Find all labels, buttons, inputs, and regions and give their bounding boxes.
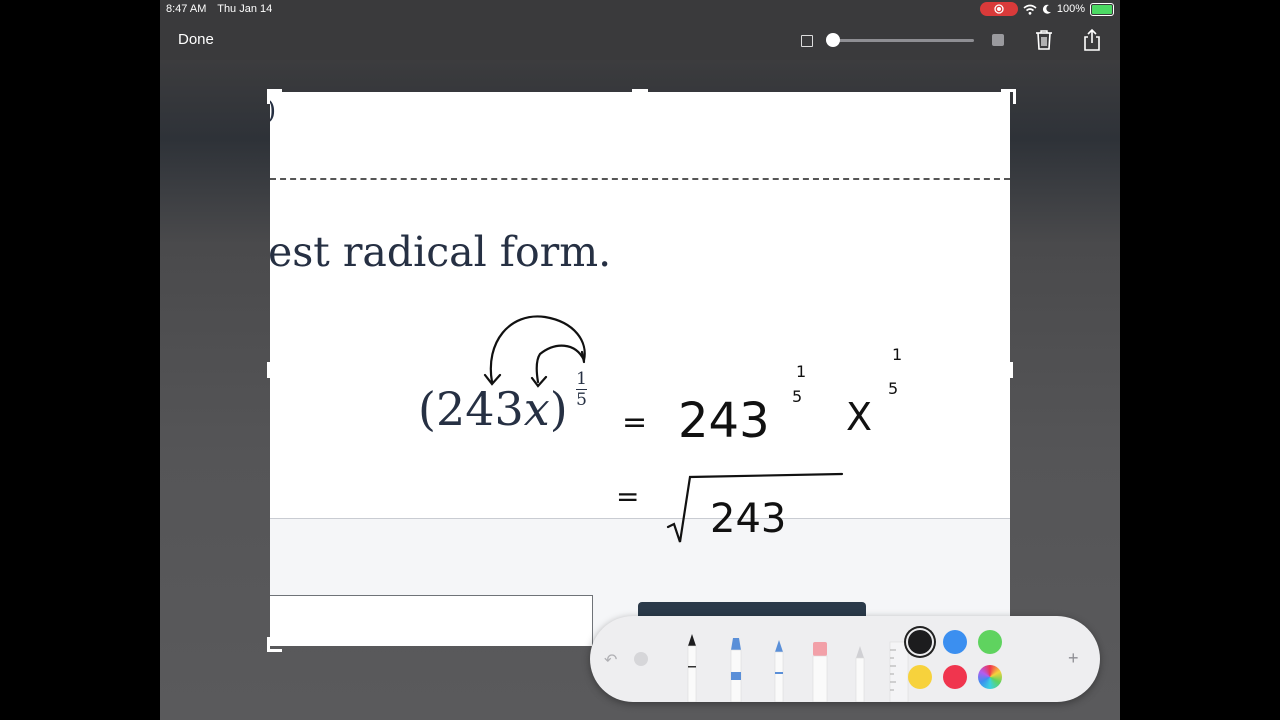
large-size-icon	[992, 34, 1004, 46]
trash-icon[interactable]	[1034, 29, 1054, 51]
crop-handle-left[interactable]	[267, 362, 270, 378]
color-wheel-icon[interactable]	[978, 665, 1002, 689]
markup-tool-palette: ↶ +	[590, 616, 1100, 702]
handwritten-equals-1: =	[622, 405, 647, 440]
screen: 8:47 AM Thu Jan 14 100% Done est radical…	[160, 0, 1120, 720]
crop-handle-top-right[interactable]	[1001, 89, 1016, 104]
marker-tool[interactable]	[726, 638, 746, 702]
color-swatch-black[interactable]	[908, 630, 932, 654]
battery-percent: 100%	[1056, 3, 1085, 15]
eraser-tool[interactable]	[810, 642, 830, 702]
crop-handle-top[interactable]	[632, 89, 648, 92]
crop-handle-top-left[interactable]	[267, 89, 282, 104]
lasso-tool[interactable]	[852, 644, 868, 702]
handwritten-var: X	[846, 395, 872, 439]
moon-icon	[1042, 4, 1051, 14]
undo-icon[interactable]: ↶	[604, 650, 617, 670]
plus-icon[interactable]: +	[1068, 648, 1079, 669]
screenshot-canvas[interactable]: ) est radical form. (243x) 1 5 = 243	[270, 92, 1010, 646]
handwritten-equals-2: =	[616, 480, 639, 513]
handwritten-radicand: 243	[710, 496, 786, 542]
done-button[interactable]: Done	[178, 31, 214, 48]
status-time: 8:47 AM	[166, 3, 207, 15]
color-swatch-red[interactable]	[943, 665, 967, 689]
pencil-tool[interactable]	[770, 640, 788, 702]
battery-icon	[1090, 2, 1114, 16]
share-icon[interactable]	[1082, 28, 1102, 52]
color-swatch-yellow[interactable]	[908, 665, 932, 689]
handwritten-var-exp-num: 1	[892, 345, 902, 364]
color-swatch-green[interactable]	[978, 630, 1002, 654]
wifi-icon	[1023, 4, 1037, 15]
crop-handle-right[interactable]	[1010, 362, 1013, 378]
color-swatch-blue[interactable]	[943, 630, 967, 654]
status-date: Thu Jan 14	[217, 3, 273, 15]
markup-top-bar: Done	[160, 20, 1120, 60]
handwriting-layer: = 243 1 5 X 1 5 = 243	[483, 315, 902, 543]
small-size-icon	[801, 35, 813, 47]
handwritten-var-exp-den: 5	[888, 379, 898, 398]
crop-size-slider-knob[interactable]	[826, 33, 840, 47]
handwritten-base-exp-den: 5	[792, 387, 802, 406]
pen-tool[interactable]	[682, 632, 702, 702]
handwritten-base: 243	[678, 393, 770, 449]
status-bar: 8:47 AM Thu Jan 14 100%	[160, 0, 1120, 20]
crop-handle-bottom-left[interactable]	[267, 637, 282, 652]
crop-size-slider[interactable]	[834, 39, 974, 42]
redo-icon[interactable]	[634, 652, 648, 666]
record-icon[interactable]	[979, 2, 1018, 16]
handwritten-base-exp-num: 1	[796, 362, 806, 381]
